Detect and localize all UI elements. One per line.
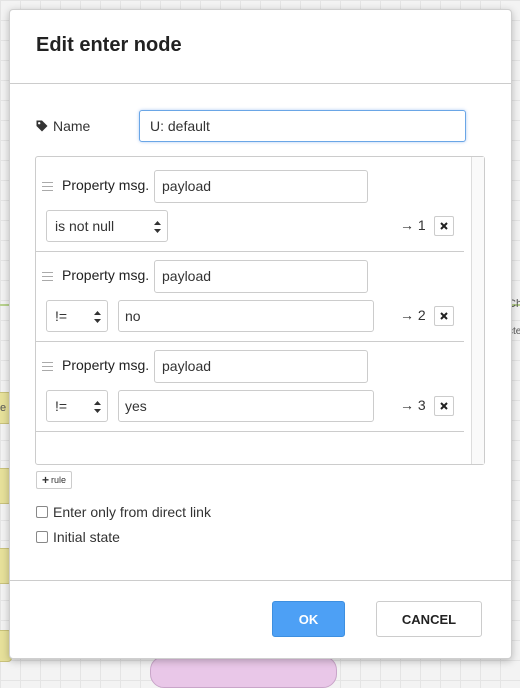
cancel-button[interactable]: CANCEL: [376, 601, 482, 637]
workspace-node-bottom: [150, 656, 337, 688]
select-arrows-icon: [94, 401, 101, 413]
direct-link-option[interactable]: Enter only from direct link: [36, 504, 211, 520]
property-input[interactable]: payload: [154, 350, 368, 383]
operator-select[interactable]: !=: [46, 390, 108, 422]
footer-separator: [10, 580, 511, 581]
property-input[interactable]: payload: [154, 170, 368, 203]
property-label: Property msg.: [62, 357, 150, 373]
property-input[interactable]: payload: [154, 260, 368, 293]
operator-value: is not null: [55, 218, 115, 234]
x-icon: [440, 222, 448, 230]
output-port-label: → 3: [400, 397, 426, 413]
initial-state-option[interactable]: Initial state: [36, 529, 120, 545]
direct-link-label: Enter only from direct link: [53, 504, 211, 520]
operator-value: !=: [55, 398, 68, 414]
delete-rule-button[interactable]: [434, 216, 454, 236]
delete-rule-button[interactable]: [434, 396, 454, 416]
edit-node-dialog: Edit enter node Name Property msg. paylo…: [9, 9, 512, 659]
x-icon: [440, 402, 448, 410]
rule-separator: [36, 431, 464, 432]
plus-icon: +: [42, 473, 50, 487]
name-label: Name: [36, 118, 90, 134]
operator-select[interactable]: !=: [46, 300, 108, 332]
drag-handle-icon[interactable]: [42, 272, 53, 284]
ok-button[interactable]: OK: [272, 601, 345, 637]
output-port-label: → 1: [400, 217, 426, 233]
select-arrows-icon: [94, 311, 101, 323]
property-label: Property msg.: [62, 267, 150, 283]
rule-row: Property msg. payload != yes → 3: [36, 337, 464, 427]
value-input[interactable]: no: [118, 300, 374, 332]
rules-scrollbar[interactable]: [471, 157, 484, 464]
name-label-text: Name: [53, 118, 91, 134]
drag-handle-icon[interactable]: [42, 362, 53, 374]
rule-row: Property msg. payload != no → 2: [36, 247, 464, 337]
initial-state-checkbox[interactable]: [36, 531, 48, 543]
add-rule-label: rule: [51, 475, 67, 485]
select-arrows-icon: [154, 221, 161, 233]
output-port-label: → 2: [400, 307, 426, 323]
rule-row: Property msg. payload is not null → 1: [36, 157, 464, 247]
direct-link-checkbox[interactable]: [36, 506, 48, 518]
title-separator: [10, 83, 511, 84]
initial-state-label: Initial state: [53, 529, 120, 545]
add-rule-button[interactable]: + rule: [36, 471, 73, 489]
drag-handle-icon[interactable]: [42, 182, 53, 194]
property-label: Property msg.: [62, 177, 150, 193]
dialog-title: Edit enter node: [36, 34, 182, 56]
rules-list: Property msg. payload is not null → 1 Pr…: [35, 156, 485, 465]
operator-value: !=: [55, 308, 68, 324]
name-input[interactable]: [139, 110, 466, 142]
x-icon: [440, 312, 448, 320]
tag-icon: [36, 120, 48, 132]
operator-select[interactable]: is not null: [46, 210, 168, 242]
value-input[interactable]: yes: [118, 390, 374, 422]
delete-rule-button[interactable]: [434, 306, 454, 326]
